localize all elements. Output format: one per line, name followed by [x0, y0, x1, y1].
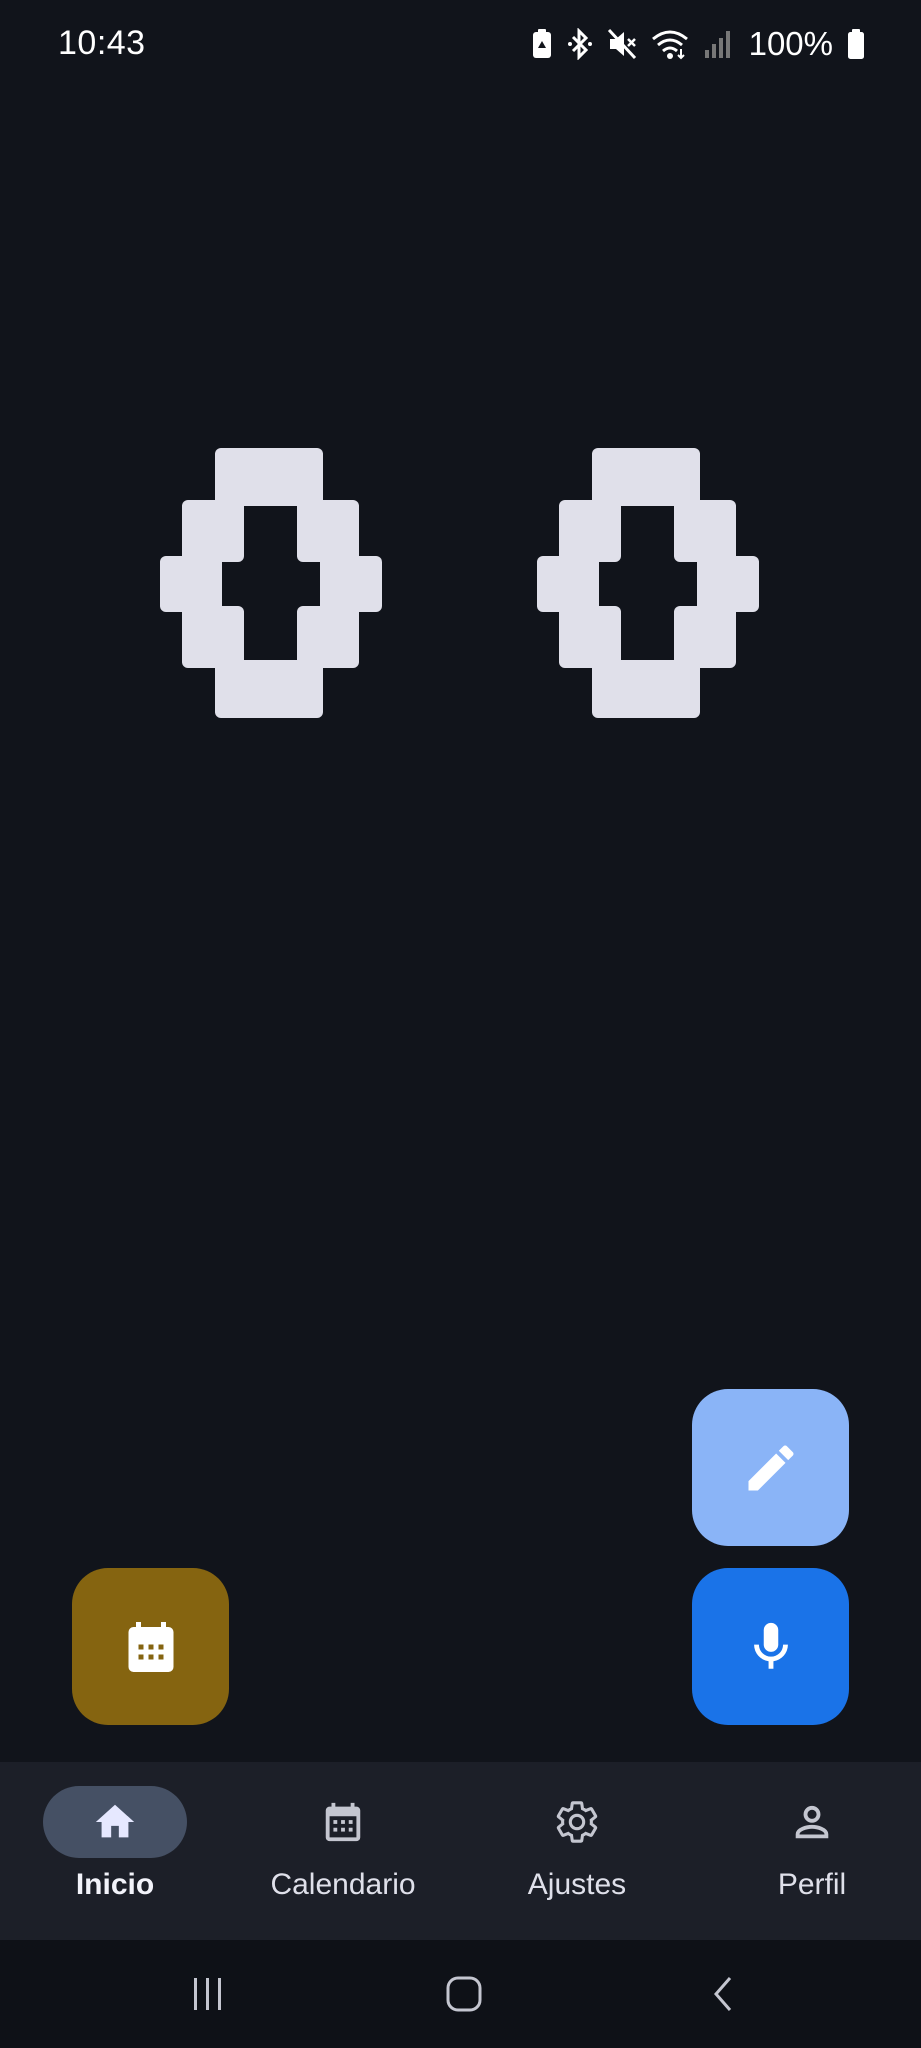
back-icon — [714, 1977, 732, 2011]
calendar-icon — [325, 1802, 361, 1842]
home-system-button[interactable] — [434, 1964, 494, 2024]
pencil-icon — [748, 1444, 794, 1490]
nav-item-perfil[interactable]: Perfil — [697, 1762, 921, 1940]
status-time: 10:43 — [58, 24, 146, 62]
status-bar: 10:43 100% — [0, 0, 921, 92]
nav-label-ajustes: Ajustes — [527, 1868, 627, 1901]
display-digit-right: 0 — [537, 448, 759, 718]
nav-label-inicio: Inicio — [75, 1868, 155, 1901]
digit-value-left: 0 — [160, 448, 161, 449]
calendar-icon — [128, 1621, 173, 1672]
nav-icon-wrap — [740, 1786, 884, 1858]
home-button-icon — [446, 1976, 482, 2012]
recents-icon — [194, 1978, 221, 2010]
recents-button[interactable] — [178, 1964, 238, 2024]
nav-icon-wrap — [271, 1786, 415, 1858]
display-digit-left: 0 — [160, 448, 382, 718]
nav-item-calendario[interactable]: Calendario — [228, 1762, 458, 1940]
back-button[interactable] — [694, 1964, 754, 2024]
calendar-fab-button[interactable] — [72, 1568, 229, 1725]
status-icons: 100% — [531, 24, 865, 64]
battery-icon — [847, 28, 865, 60]
signal-icon — [703, 28, 731, 60]
nav-icon-wrap — [505, 1786, 649, 1858]
digit-value-right: 0 — [537, 448, 538, 449]
microphone-fab-button[interactable] — [692, 1568, 849, 1725]
bluetooth-icon — [567, 28, 593, 60]
gear-icon — [556, 1801, 598, 1843]
battery-percent: 100% — [748, 25, 833, 62]
microphone-icon — [753, 1622, 788, 1669]
app-screen: 10:43 100% 0 0 Inicio Calendario Ajustes… — [0, 0, 921, 2048]
home-icon — [95, 1804, 135, 1838]
nav-item-ajustes[interactable]: Ajustes — [462, 1762, 692, 1940]
battery-saver-icon — [531, 28, 553, 60]
nav-active-indicator — [43, 1786, 187, 1858]
wifi-icon — [651, 28, 689, 60]
person-icon — [795, 1805, 829, 1839]
system-navigation-bar — [0, 1940, 921, 2048]
nav-item-inicio[interactable]: Inicio — [0, 1762, 230, 1940]
nav-label-perfil: Perfil — [777, 1868, 847, 1901]
bottom-navigation: Inicio Calendario Ajustes Perfil — [0, 1762, 921, 1940]
edit-fab-button[interactable] — [692, 1389, 849, 1546]
mute-icon — [607, 28, 637, 60]
nav-label-calendario: Calendario — [270, 1868, 416, 1901]
